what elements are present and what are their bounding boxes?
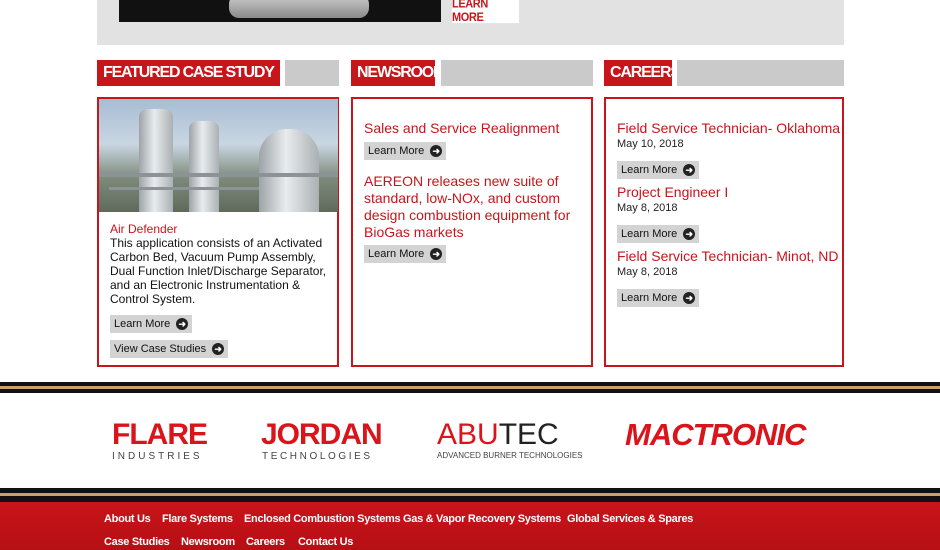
- arrow-right-circle-icon: ➜: [430, 145, 443, 157]
- footer-link-flare-systems[interactable]: Flare Systems: [162, 513, 233, 525]
- footer: About Us Flare Systems Enclosed Combusti…: [0, 502, 940, 550]
- button-label: View Case Studies: [114, 343, 207, 355]
- careers-header: CAREERS: [604, 60, 844, 86]
- news-item-title[interactable]: Sales and Service Realignment: [364, 120, 586, 137]
- career-item-date: May 10, 2018: [617, 138, 684, 150]
- careers-heading: CAREERS: [604, 60, 681, 86]
- banner-learn-more-button[interactable]: LEARN MORE: [452, 0, 519, 24]
- case-study-header: FEATURED CASE STUDY: [97, 60, 339, 86]
- newsroom-box: Sales and Service Realignment Learn More…: [351, 97, 593, 367]
- divider: [0, 389, 940, 393]
- button-label: Learn More: [621, 164, 678, 176]
- career-item-date: May 8, 2018: [617, 202, 678, 214]
- arrow-right-circle-icon: ➜: [176, 318, 189, 330]
- case-study-heading: FEATURED CASE STUDY: [97, 60, 280, 86]
- footer-link-newsroom[interactable]: Newsroom: [181, 536, 235, 548]
- newsroom-heading: NEWSROOM: [351, 60, 446, 86]
- news-learn-more-button[interactable]: Learn More ➜: [364, 245, 447, 263]
- case-study-box: Air Defender This application consists o…: [97, 97, 339, 367]
- career-item-title[interactable]: Field Service Technician- Oklahoma: [617, 120, 840, 137]
- hero-banner: LEARN MORE: [97, 0, 844, 45]
- footer-link-enclosed-combustion[interactable]: Enclosed Combustion Systems: [244, 513, 401, 525]
- footer-link-about-us[interactable]: About Us: [104, 513, 151, 525]
- arrow-right-circle-icon: ➜: [683, 292, 696, 304]
- arrow-right-circle-icon: ➜: [430, 248, 443, 260]
- career-item-title[interactable]: Project Engineer I: [617, 184, 728, 201]
- footer-link-global-services[interactable]: Global Services & Spares: [567, 513, 693, 525]
- news-learn-more-button[interactable]: Learn More ➜: [364, 142, 447, 160]
- arrow-right-circle-icon: ➜: [212, 343, 225, 355]
- career-learn-more-button[interactable]: Learn More ➜: [617, 289, 700, 307]
- view-case-studies-button[interactable]: View Case Studies ➜: [110, 340, 229, 358]
- arrow-right-circle-icon: ➜: [683, 164, 696, 176]
- career-learn-more-button[interactable]: Learn More ➜: [617, 161, 700, 179]
- button-label: Learn More: [621, 228, 678, 240]
- banner-image: [119, 0, 441, 22]
- career-item-date: May 8, 2018: [617, 266, 678, 278]
- careers-box: Field Service Technician- Oklahoma May 1…: [604, 97, 844, 367]
- career-learn-more-button[interactable]: Learn More ➜: [617, 225, 700, 243]
- footer-link-careers[interactable]: Careers: [246, 536, 285, 548]
- button-label: Learn More: [368, 248, 425, 260]
- footer-link-gas-vapor-recovery[interactable]: Gas & Vapor Recovery Systems: [403, 513, 561, 525]
- news-item-title[interactable]: AEREON releases new suite of standard, l…: [364, 173, 586, 241]
- career-item-title[interactable]: Field Service Technician- Minot, ND: [617, 248, 839, 265]
- case-study-image[interactable]: [99, 99, 338, 212]
- footer-link-contact-us[interactable]: Contact Us: [298, 536, 353, 548]
- arrow-right-circle-icon: ➜: [683, 228, 696, 240]
- button-label: Learn More: [621, 292, 678, 304]
- case-study-learn-more-button[interactable]: Learn More ➜: [110, 315, 193, 333]
- case-study-description: This application consists of an Activate…: [110, 236, 327, 306]
- button-label: Learn More: [114, 318, 171, 330]
- footer-link-case-studies[interactable]: Case Studies: [104, 536, 170, 548]
- button-label: Learn More: [368, 145, 425, 157]
